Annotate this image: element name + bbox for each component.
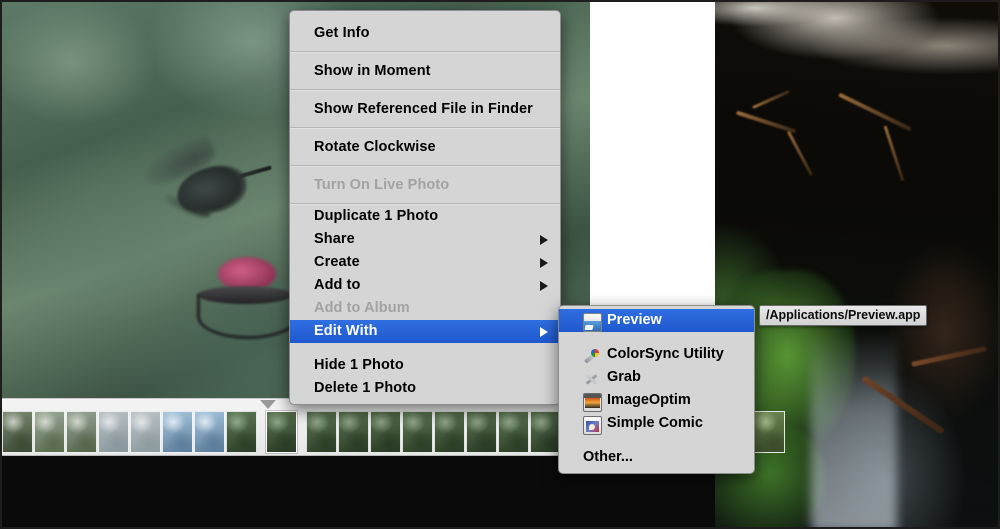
submenu-item-label: Preview	[607, 312, 662, 328]
twig-2	[786, 130, 814, 177]
hummingbird-beak	[238, 165, 272, 179]
submenu-item-other[interactable]: Other...	[559, 446, 754, 469]
thumbnail[interactable]	[34, 411, 65, 453]
menu-item-label: Hide 1 Photo	[314, 357, 404, 373]
menu-item-rotate-clockwise[interactable]: Rotate Clockwise	[290, 129, 560, 165]
menu-item-label: Rotate Clockwise	[314, 139, 436, 155]
menu-item-label: Show in Moment	[314, 63, 431, 79]
thumbnail[interactable]	[402, 411, 433, 453]
submenu-item-label: Other...	[583, 449, 633, 465]
menu-item-hide-1-photo[interactable]: Hide 1 Photo	[290, 354, 560, 377]
thumbnail[interactable]	[370, 411, 401, 453]
selected-thumbnail-marker-icon	[260, 400, 276, 409]
menu-item-label: Show Referenced File in Finder	[314, 101, 533, 117]
grab-app-icon	[583, 370, 600, 387]
menu-item-add-to-album: Add to Album	[290, 297, 560, 320]
menu-item-label: Add to Album	[314, 300, 410, 316]
feeder-hook	[197, 294, 299, 339]
submenu-item-simple-comic[interactable]: Simple Comic	[559, 412, 754, 435]
blank-white-panel	[590, 2, 715, 307]
menu-item-add-to[interactable]: Add to	[290, 274, 560, 297]
colorsync-utility-app-icon	[583, 347, 600, 364]
submenu-arrow-icon	[540, 280, 548, 291]
thumbnail[interactable]	[338, 411, 369, 453]
thumbnail[interactable]	[130, 411, 161, 453]
twig-3	[838, 92, 912, 132]
menu-item-label: Create	[314, 254, 360, 270]
twig-4	[883, 125, 905, 182]
thumbnail-strip[interactable]	[2, 398, 785, 456]
twig-7	[911, 346, 987, 367]
menu-item-delete-1-photo[interactable]: Delete 1 Photo	[290, 377, 560, 400]
submenu-arrow-icon	[540, 326, 548, 337]
menu-item-show-referenced-file-in-finder[interactable]: Show Referenced File in Finder	[290, 91, 560, 127]
menu-item-create[interactable]: Create	[290, 251, 560, 274]
submenu-separator	[559, 332, 754, 343]
submenu-item-preview[interactable]: Preview	[559, 309, 754, 332]
thumbnail[interactable]	[162, 411, 193, 453]
menu-item-label: Add to	[314, 277, 361, 293]
menu-item-label: Get Info	[314, 25, 370, 41]
menu-item-get-info[interactable]: Get Info	[290, 15, 560, 51]
thumbnail[interactable]	[66, 411, 97, 453]
thumbnail[interactable]	[226, 411, 257, 453]
menu-item-show-in-moment[interactable]: Show in Moment	[290, 53, 560, 89]
menu-item-label: Edit With	[314, 323, 378, 339]
submenu-item-label: Grab	[607, 369, 641, 385]
thumbnail[interactable]	[194, 411, 225, 453]
thumbnail-selected[interactable]	[266, 411, 297, 453]
menu-item-turn-on-live-photo: Turn On Live Photo	[290, 167, 560, 203]
thumbnail[interactable]	[530, 411, 561, 453]
twig-1	[735, 110, 797, 134]
submenu-item-label: ImageOptim	[607, 392, 691, 408]
menu-item-label: Share	[314, 231, 355, 247]
submenu-item-grab[interactable]: Grab	[559, 366, 754, 389]
app-path-tooltip: /Applications/Preview.app	[759, 305, 928, 326]
thumbnail[interactable]	[754, 411, 785, 453]
thumbnail[interactable]	[306, 411, 337, 453]
thumbnail[interactable]	[2, 411, 33, 453]
submenu-item-colorsync-utility[interactable]: ColorSync Utility	[559, 343, 754, 366]
menu-separator	[290, 343, 560, 354]
photo-context-menu[interactable]: Get Info Show in Moment Show Referenced Fi…	[289, 10, 561, 405]
menu-item-label: Turn On Live Photo	[314, 177, 450, 193]
submenu-arrow-icon	[540, 257, 548, 268]
thumbnail[interactable]	[498, 411, 529, 453]
twig-5	[752, 89, 790, 110]
submenu-separator	[559, 435, 754, 446]
photos-app-window: Get Info Show in Moment Show Referenced Fi…	[0, 0, 1000, 529]
preview-app-icon	[583, 312, 602, 332]
menu-item-duplicate-1-photo[interactable]: Duplicate 1 Photo	[290, 205, 560, 228]
thumbnail[interactable]	[98, 411, 129, 453]
thumbnail[interactable]	[466, 411, 497, 453]
submenu-item-imageoptim[interactable]: ImageOptim	[559, 389, 754, 412]
imageoptim-app-icon	[583, 392, 602, 412]
menu-item-share[interactable]: Share	[290, 228, 560, 251]
menu-item-label: Duplicate 1 Photo	[314, 208, 439, 224]
submenu-arrow-icon	[540, 234, 548, 245]
menu-item-edit-with[interactable]: Edit With	[290, 320, 560, 343]
submenu-item-label: Simple Comic	[607, 415, 703, 431]
waterfall-stream	[811, 332, 897, 527]
thumbnail[interactable]	[434, 411, 465, 453]
simple-comic-app-icon	[583, 415, 602, 435]
menu-item-label: Delete 1 Photo	[314, 380, 417, 396]
edit-with-submenu[interactable]: Preview ColorSync Utility Grab ImageOptim Si…	[558, 305, 755, 474]
submenu-item-label: ColorSync Utility	[607, 346, 724, 362]
